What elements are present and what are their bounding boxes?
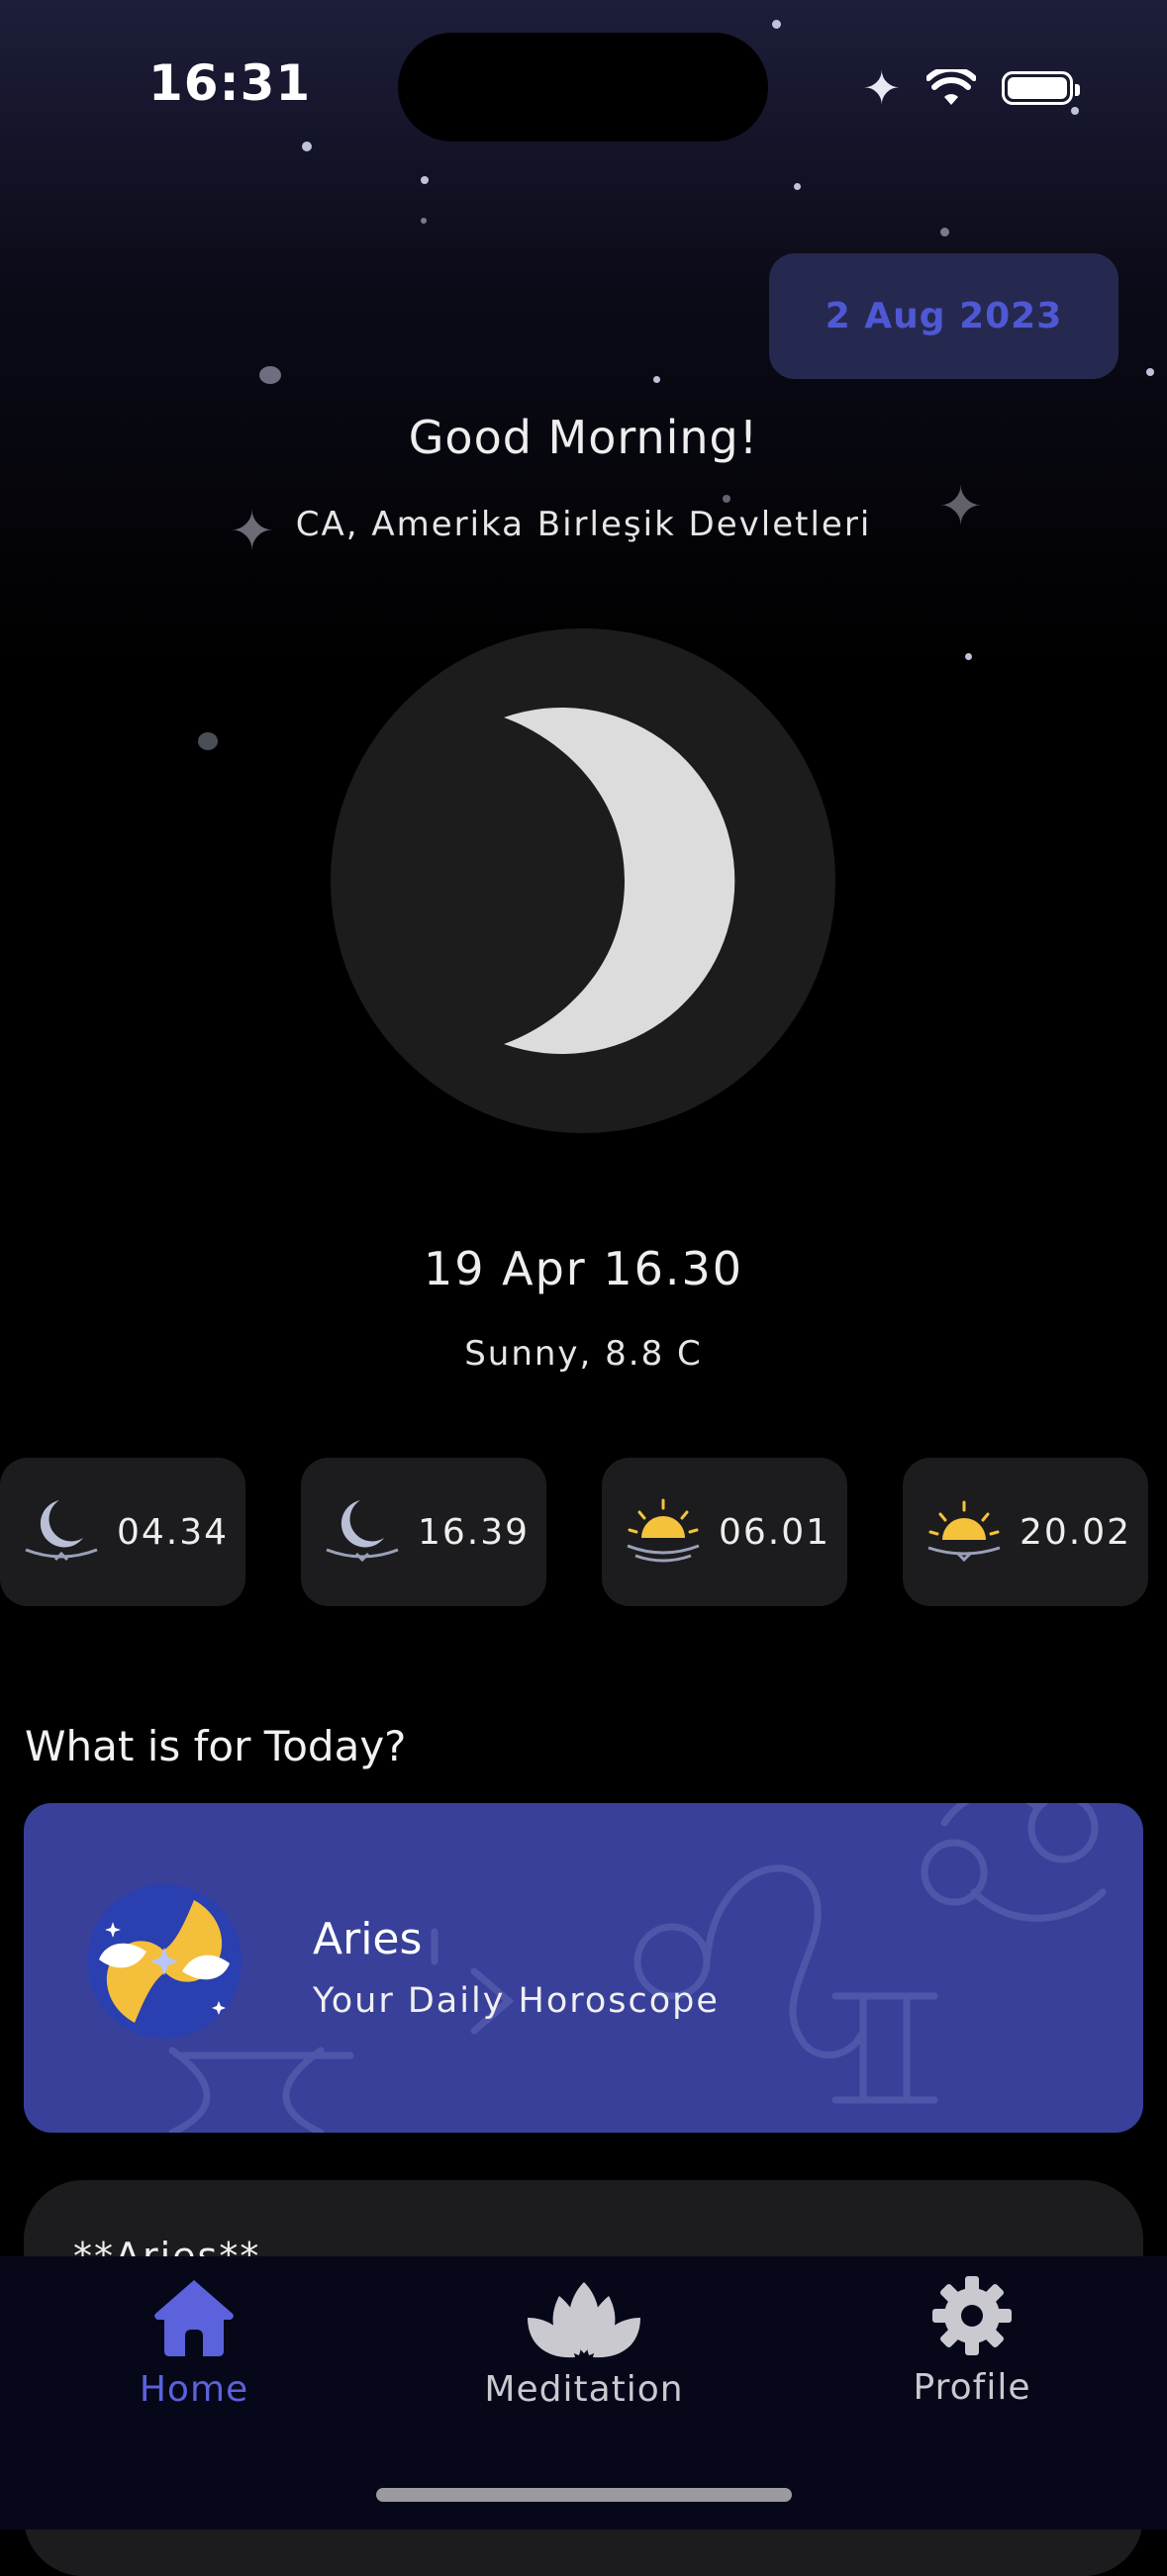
moonset-icon <box>326 1500 399 1563</box>
home-indicator <box>376 2488 792 2502</box>
sunset-card: 20.02 <box>903 1458 1148 1606</box>
moon-datetime: 19 Apr 16.30 <box>423 1242 744 1295</box>
tab-home-label: Home <box>139 2369 249 2410</box>
moonset-time: 16.39 <box>418 1511 531 1553</box>
moon-phase-icon <box>504 708 735 1054</box>
sunrise-time: 06.01 <box>719 1511 831 1553</box>
sunrise-card: 06.01 <box>602 1458 847 1606</box>
section-title: What is for Today? <box>25 1722 407 1770</box>
horoscope-subtitle: Your Daily Horoscope <box>313 1981 720 2021</box>
sign-name: Aries <box>313 1914 423 1964</box>
moonrise-card: 04.34 <box>0 1458 245 1606</box>
daily-horoscope-card[interactable]: Aries Your Daily Horoscope <box>24 1803 1143 2133</box>
moonrise-time: 04.34 <box>117 1511 230 1553</box>
moonrise-icon <box>25 1500 98 1562</box>
status-time: 16:31 <box>148 54 312 112</box>
sparkle-icon: ✦ <box>862 61 901 115</box>
sunrise-icon <box>627 1498 700 1563</box>
pisces-sign-icon <box>87 1884 242 2039</box>
location-label: CA, Amerika Birleşik Devletleri <box>295 505 872 544</box>
weather-label: Sunny, 8.8 C <box>464 1334 703 1374</box>
wifi-icon <box>926 69 976 105</box>
tab-meditation-label: Meditation <box>484 2369 684 2410</box>
moonset-card: 16.39 <box>301 1458 546 1606</box>
status-icons: ✦ <box>862 61 1080 115</box>
tab-profile[interactable]: Profile <box>824 2274 1120 2408</box>
tab-home[interactable]: Home <box>46 2274 342 2410</box>
dynamic-island <box>398 33 768 142</box>
sunset-icon <box>927 1500 1001 1563</box>
lotus-icon <box>528 2282 640 2358</box>
greeting: Good Morning! <box>408 411 759 464</box>
gear-icon <box>932 2276 1012 2355</box>
battery-icon <box>1002 71 1080 105</box>
tab-profile-label: Profile <box>913 2367 1031 2408</box>
home-icon <box>154 2280 234 2356</box>
sunset-time: 20.02 <box>1020 1511 1132 1553</box>
tab-meditation[interactable]: Meditation <box>436 2274 732 2410</box>
date-chip[interactable]: 2 Aug 2023 <box>769 253 1118 379</box>
